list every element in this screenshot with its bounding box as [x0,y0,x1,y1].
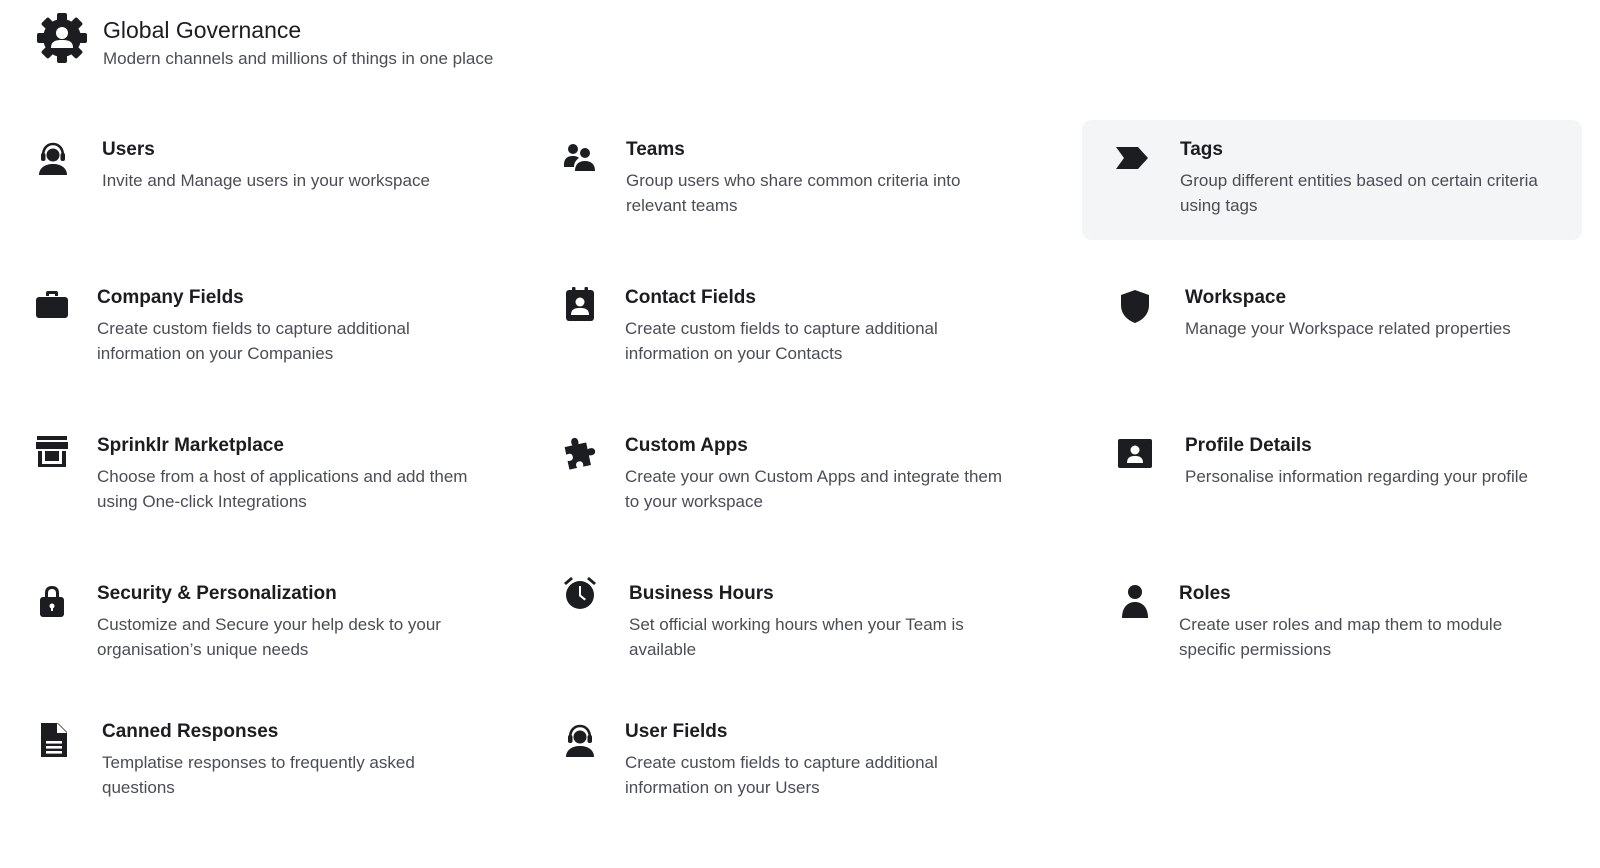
tag-icon [1114,140,1150,176]
card-description: Create custom fields to capture addition… [97,319,410,363]
page-subtitle: Modern channels and millions of things i… [103,49,494,68]
card-title: Contact Fields [625,287,756,308]
card-workspace[interactable]: Workspace Manage your Workspace related … [1082,268,1582,388]
card-sprinklr-marketplace[interactable]: Sprinklr Marketplace Choose from a host … [20,416,520,536]
card-description: Choose from a host of applications and a… [97,467,468,511]
document-icon [36,722,72,758]
gear-person-icon [36,12,88,64]
card-company-fields[interactable]: Company Fields Create custom fields to c… [20,268,520,388]
card-description: Personalise information regarding your p… [1185,467,1529,486]
card-description: Group users who share common criteria in… [626,171,961,215]
card-title: Security & Personalization [97,583,337,604]
page-title: Global Governance [103,17,302,43]
card-title: Roles [1179,583,1231,604]
store-icon [34,434,70,470]
card-title: Sprinklr Marketplace [97,435,284,456]
teams-icon [562,140,598,176]
card-custom-apps[interactable]: Custom Apps Create your own Custom Apps … [548,416,1048,536]
card-title: Profile Details [1185,435,1312,456]
card-description: Invite and Manage users in your workspac… [102,171,430,190]
card-teams[interactable]: Teams Group users who share common crite… [548,120,1048,240]
card-title: Company Fields [97,287,244,308]
card-business-hours[interactable]: Business Hours Set official working hour… [548,565,1048,685]
card-users[interactable]: Users Invite and Manage users in your wo… [20,120,520,240]
card-tags[interactable]: Tags Group different entities based on c… [1082,120,1582,240]
page-header: Global Governance Modern channels and mi… [36,12,493,71]
card-description: Create custom fields to capture addition… [625,753,938,797]
contact-card-icon [562,286,598,322]
card-description: Group different entities based on certai… [1180,171,1538,215]
card-title: Teams [626,139,685,160]
card-description: Create your own Custom Apps and integrat… [625,467,1003,511]
card-roles[interactable]: Roles Create user roles and map them to … [1082,565,1582,685]
agent-headset-icon [35,140,71,176]
id-card-icon [1117,435,1153,471]
card-title: Tags [1180,139,1223,160]
card-title: Business Hours [629,583,774,604]
card-title: Canned Responses [102,721,279,742]
card-contact-fields[interactable]: Contact Fields Create custom fields to c… [548,268,1048,388]
lock-icon [34,583,70,619]
alarm-clock-icon [562,575,598,611]
card-description: Create user roles and map them to module… [1179,615,1503,659]
card-description: Set official working hours when your Tea… [629,615,964,659]
card-security-personalization[interactable]: Security & Personalization Customize and… [20,565,520,685]
card-canned-responses[interactable]: Canned Responses Templatise responses to… [20,712,520,832]
card-title: User Fields [625,721,728,742]
puzzle-icon [562,434,598,470]
card-title: Users [102,139,155,160]
card-title: Workspace [1185,287,1287,308]
card-user-fields[interactable]: User Fields Create custom fields to capt… [548,712,1048,832]
card-title: Custom Apps [625,435,748,456]
card-profile-details[interactable]: Profile Details Personalise information … [1082,416,1582,536]
shield-icon [1117,288,1153,324]
agent-headset-icon [562,722,598,758]
card-description: Create custom fields to capture addition… [625,319,938,363]
briefcase-icon [34,288,70,324]
card-description: Manage your Workspace related properties [1185,319,1511,338]
card-description: Customize and Secure your help desk to y… [97,615,441,659]
person-icon [1117,583,1153,619]
card-description: Templatise responses to frequently asked… [102,753,415,797]
